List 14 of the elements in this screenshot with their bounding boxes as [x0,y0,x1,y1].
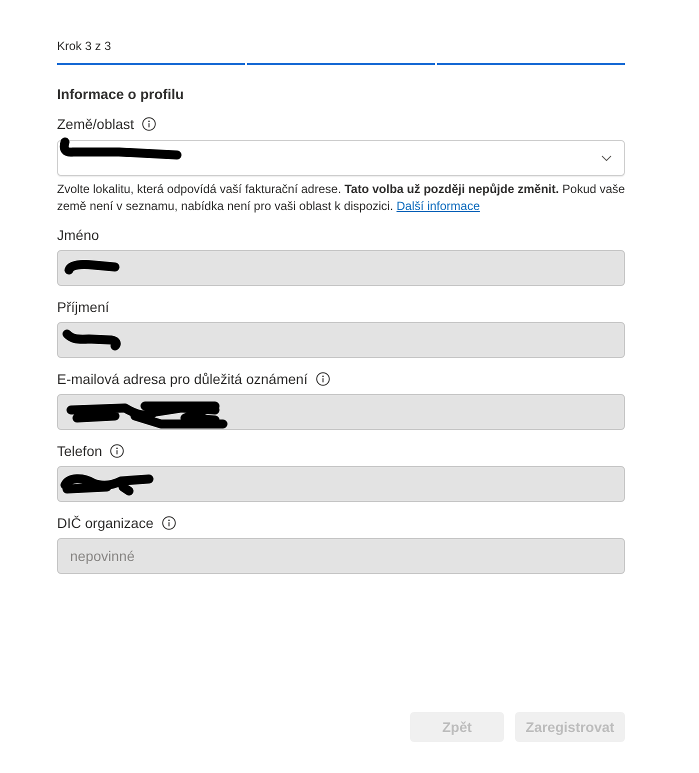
info-icon[interactable] [142,117,156,131]
field-label: E-mailová adresa pro důležitá oznámení [57,370,308,389]
text-field: nepovinné [57,538,625,574]
more-info-link[interactable]: Další informace [396,199,480,213]
field-label: Jméno [57,226,100,245]
field-label: DIČ organizace [57,514,154,533]
chevron-down-icon [601,154,612,162]
step-indicator: Krok 3 z 3 [57,38,112,54]
section-title: Informace o profilu [57,85,185,104]
field-label: Příjmení [57,298,110,317]
help-text: Zvolte lokalitu, která odpovídá vaší fakturační adrese. Tato volba už později nepůjde změnit. Pokud vaše země není v seznamu, nabídka není pro vaši oblast k dispozici. Další informace [57,181,625,215]
country-dropdown[interactable] [57,140,625,176]
field-label: Země/oblast [57,115,134,134]
field-label: Telefon [57,442,102,461]
